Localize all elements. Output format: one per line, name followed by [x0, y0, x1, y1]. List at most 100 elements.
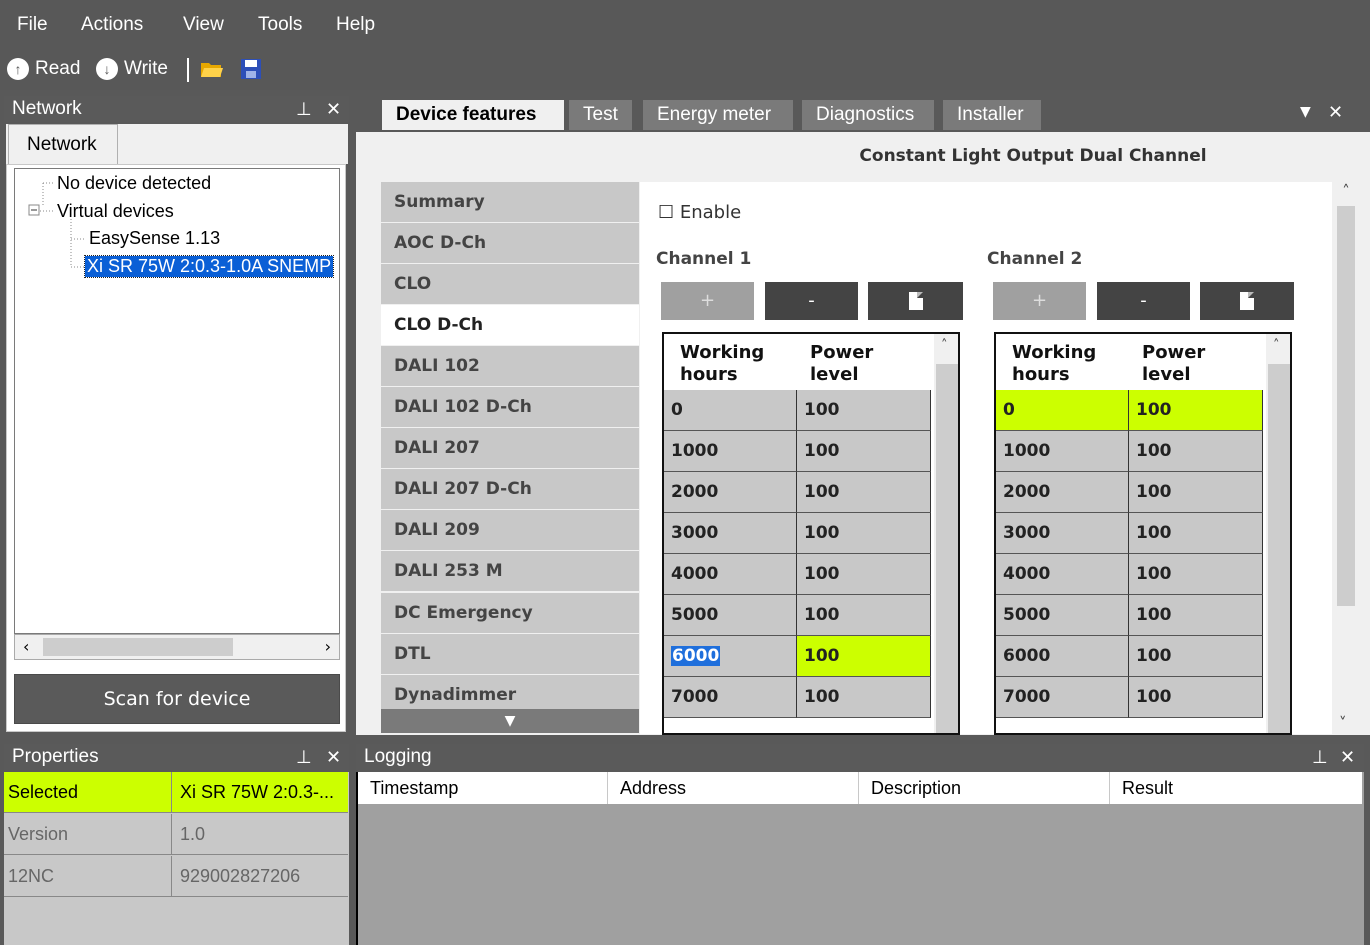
tree-item-selected-device[interactable]: Xi SR 75W 2:0.3-1.0A SNEMP [83, 255, 335, 278]
chevron-down-icon[interactable]: ˅ [1339, 714, 1347, 732]
power-cell[interactable]: 100 [1129, 472, 1263, 513]
pin-icon[interactable]: ⊥ [1312, 744, 1328, 770]
table-row[interactable]: 2000 100 [996, 472, 1266, 513]
menu-file[interactable]: File [17, 14, 48, 36]
menu-view[interactable]: View [183, 14, 224, 36]
feature-summary[interactable]: Summary [381, 182, 639, 222]
power-cell[interactable]: 100 [1129, 595, 1263, 636]
menu-help[interactable]: Help [336, 14, 375, 36]
hours-cell[interactable]: 0 [664, 390, 797, 431]
tab-installer[interactable]: Installer [943, 100, 1041, 130]
column-header-description[interactable]: Description [859, 772, 1110, 804]
close-icon[interactable]: ✕ [1340, 744, 1355, 770]
chevron-up-icon[interactable]: ˄ [1342, 182, 1350, 200]
power-cell[interactable]: 100 [797, 677, 931, 718]
channel-2-grid-scrollbar[interactable]: ˄ [1266, 334, 1290, 733]
scrollbar-thumb[interactable] [1268, 364, 1290, 733]
feature-clo-d-ch[interactable]: CLO D-Ch [381, 305, 639, 345]
feature-dc-emergency[interactable]: DC Emergency [381, 593, 639, 633]
tree-horizontal-scrollbar[interactable]: ‹ › [14, 634, 340, 660]
hours-cell-highlighted[interactable]: 0 [996, 390, 1129, 431]
column-header-timestamp[interactable]: Timestamp [358, 772, 608, 804]
chevron-left-icon[interactable]: ‹ [23, 637, 29, 656]
hours-cell[interactable]: 3000 [664, 513, 797, 554]
scrollbar-thumb[interactable] [936, 364, 958, 733]
feature-dali-102-d-ch[interactable]: DALI 102 D-Ch [381, 387, 639, 427]
tree-item-no-device[interactable]: No device detected [57, 173, 211, 194]
channel-1-remove-button[interactable]: - [765, 282, 858, 320]
feature-aoc-d-ch[interactable]: AOC D-Ch [381, 223, 639, 263]
pin-icon[interactable]: ⊥ [296, 744, 312, 770]
hours-cell-editing[interactable]: 6000 [664, 636, 797, 677]
table-row[interactable]: 0 100 [664, 390, 934, 431]
table-row[interactable]: 1000 100 [996, 431, 1266, 472]
feature-dali-209[interactable]: DALI 209 [381, 510, 639, 550]
feature-dali-253-m[interactable]: DALI 253 M [381, 551, 639, 591]
hours-cell[interactable]: 7000 [664, 677, 797, 718]
table-row[interactable]: 2000 100 [664, 472, 934, 513]
power-cell[interactable]: 100 [1129, 431, 1263, 472]
table-row[interactable]: 1000 100 [664, 431, 934, 472]
close-tab-icon[interactable]: ✕ [1328, 102, 1343, 123]
read-button[interactable]: ↑ Read [7, 56, 80, 82]
power-cell-highlighted[interactable]: 100 [797, 636, 931, 677]
hours-cell[interactable]: 2000 [996, 472, 1129, 513]
tree-item-virtual-devices[interactable]: Virtual devices [57, 201, 174, 222]
save-icon[interactable] [240, 58, 262, 80]
hours-cell[interactable]: 2000 [664, 472, 797, 513]
table-row[interactable]: 3000 100 [664, 513, 934, 554]
power-cell-highlighted[interactable]: 100 [1129, 390, 1263, 431]
hours-cell[interactable]: 4000 [664, 554, 797, 595]
column-header-result[interactable]: Result [1110, 772, 1362, 804]
scrollbar-thumb[interactable] [1337, 206, 1355, 606]
table-row[interactable]: 6000 100 [996, 636, 1266, 677]
menu-tools[interactable]: Tools [258, 14, 302, 36]
tab-test[interactable]: Test [569, 100, 632, 130]
table-row[interactable]: 7000 100 [996, 677, 1266, 718]
tab-energy-meter[interactable]: Energy meter [643, 100, 793, 130]
feature-dtl[interactable]: DTL [381, 634, 639, 674]
feature-dali-207-d-ch[interactable]: DALI 207 D-Ch [381, 469, 639, 509]
hours-cell[interactable]: 4000 [996, 554, 1129, 595]
column-header-address[interactable]: Address [608, 772, 859, 804]
power-cell[interactable]: 100 [1129, 677, 1263, 718]
tab-device-features[interactable]: Device features [382, 100, 564, 130]
feature-list-scroll-down[interactable]: ▼ [381, 709, 639, 733]
power-cell[interactable]: 100 [797, 431, 931, 472]
enable-checkbox[interactable]: ☐ Enable [658, 202, 741, 223]
write-button[interactable]: ↓ Write [96, 56, 168, 82]
property-row-selected[interactable]: Selected Xi SR 75W 2:0.3-... [4, 772, 348, 813]
channel-2-new-button[interactable] [1200, 282, 1294, 320]
chevron-right-icon[interactable]: › [325, 637, 331, 656]
column-header-power-level[interactable]: Power level [810, 342, 920, 386]
content-vertical-scrollbar[interactable]: ˄ ˅ [1333, 182, 1359, 734]
table-row[interactable]: 5000 100 [664, 595, 934, 636]
scan-for-device-button[interactable]: Scan for device [14, 674, 340, 724]
feature-dali-102[interactable]: DALI 102 [381, 346, 639, 386]
power-cell[interactable]: 100 [1129, 554, 1263, 595]
table-row[interactable]: 4000 100 [664, 554, 934, 595]
property-row[interactable]: 12NC 929002827206 [4, 856, 348, 897]
dropdown-icon[interactable]: ▼ [1300, 104, 1311, 120]
chevron-up-icon[interactable]: ˄ [1273, 338, 1280, 353]
hours-cell[interactable]: 6000 [996, 636, 1129, 677]
hours-cell-edit-text[interactable]: 6000 [671, 646, 721, 666]
table-row[interactable]: 5000 100 [996, 595, 1266, 636]
channel-2-remove-button[interactable]: - [1097, 282, 1190, 320]
power-cell[interactable]: 100 [797, 595, 931, 636]
close-icon[interactable]: ✕ [326, 96, 341, 122]
hours-cell[interactable]: 3000 [996, 513, 1129, 554]
hours-cell[interactable]: 5000 [664, 595, 797, 636]
channel-1-new-button[interactable] [868, 282, 963, 320]
channel-2-add-button[interactable]: + [993, 282, 1086, 320]
table-row-highlighted[interactable]: 0 100 [996, 390, 1266, 431]
table-row[interactable]: 3000 100 [996, 513, 1266, 554]
table-row-selected[interactable]: 6000 100 [664, 636, 934, 677]
tab-network[interactable]: Network [8, 124, 118, 164]
column-header-power-level[interactable]: Power level [1142, 342, 1252, 386]
hours-cell[interactable]: 1000 [996, 431, 1129, 472]
power-cell[interactable]: 100 [797, 472, 931, 513]
chevron-up-icon[interactable]: ˄ [941, 338, 948, 353]
scrollbar-thumb[interactable] [43, 638, 233, 656]
power-cell[interactable]: 100 [1129, 636, 1263, 677]
